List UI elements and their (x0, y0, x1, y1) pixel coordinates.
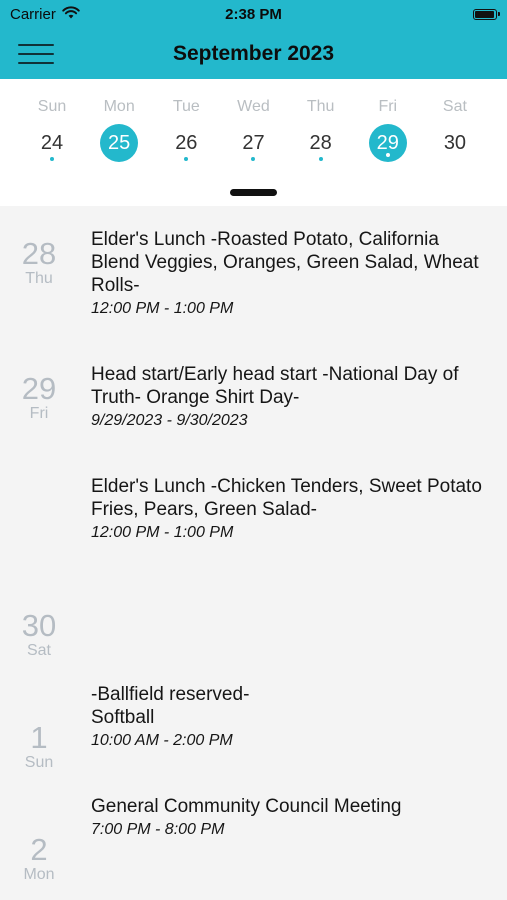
agenda-date: 1 Sun (0, 722, 78, 772)
event-time: 9/29/2023 - 9/30/2023 (91, 412, 248, 429)
agenda-date-weekday: Fri (29, 405, 49, 422)
week-day-number: 29 (376, 131, 399, 154)
agenda-date-weekday: Thu (25, 270, 53, 287)
week-day-28[interactable]: Thu 28 (288, 79, 354, 161)
week-day-name: Sat (442, 98, 467, 115)
agenda-date-number: 1 (30, 720, 48, 755)
week-strip: Sun 24 Mon 25 Tue 26 Wed 27 Thu 28 Fri 29 Sat 30 (0, 79, 507, 206)
week-day-name: Mon (103, 98, 135, 115)
battery-fill (475, 10, 494, 18)
agenda-event[interactable]: Elder's Lunch -Chicken Tenders, Sweet Po… (91, 475, 483, 543)
week-day-number: 28 (309, 131, 332, 154)
agenda-event[interactable]: -Ballfield reserved- Softball 10:00 AM - … (91, 683, 483, 751)
week-day-27[interactable]: Wed 27 (220, 79, 286, 161)
agenda-event[interactable]: Elder's Lunch -Roasted Potato, Californi… (91, 228, 483, 319)
week-day-number: 24 (40, 131, 64, 154)
wifi-icon (62, 5, 80, 23)
agenda-date: 28 Thu (0, 238, 78, 288)
week-day-name: Tue (172, 98, 200, 115)
week-day-name: Wed (237, 98, 270, 115)
week-day-number: 30 (443, 131, 467, 154)
week-row: Sun 24 Mon 25 Tue 26 Wed 27 Thu 28 Fri 29 Sat 30 (0, 79, 507, 162)
agenda-date-weekday: Sun (24, 754, 54, 771)
agenda-date-weekday: Mon (23, 866, 55, 883)
week-day-number: 26 (175, 131, 198, 154)
agenda-event[interactable]: General Community Council Meeting 7:00 PM… (91, 795, 483, 840)
agenda-date-number: 2 (30, 832, 48, 867)
week-day-number: 27 (242, 131, 265, 154)
week-day-name: Fri (378, 98, 398, 115)
week-day-number: 25 (108, 131, 131, 154)
agenda-date: 2 Mon (0, 834, 78, 884)
selected-day-circle: 25 (100, 124, 139, 162)
battery-icon (473, 8, 500, 20)
event-title: Elder's Lunch -Chicken Tenders, Sweet Po… (91, 476, 482, 520)
event-title: Elder's Lunch -Roasted Potato, Californi… (91, 229, 479, 296)
menu-line (18, 61, 54, 64)
event-time: 12:00 PM - 1:00 PM (91, 300, 234, 317)
agenda-list: 28 Thu Elder's Lunch -Roasted Potato, Cali… (0, 206, 507, 900)
week-day-30[interactable]: Sat 30 (422, 79, 488, 161)
menu-line (18, 52, 54, 55)
event-indicator-dot (385, 153, 390, 157)
week-day-name: Thu (306, 98, 335, 115)
agenda-event[interactable]: Head start/Early head start -National Da… (91, 363, 483, 431)
event-time: 10:00 AM - 2:00 PM (91, 732, 233, 749)
event-indicator-dot (50, 157, 54, 161)
agenda-date-number: 29 (21, 371, 57, 406)
week-day-24[interactable]: Sun 24 (19, 79, 85, 161)
week-day-25[interactable]: Mon 25 (86, 79, 152, 162)
day-number-wrap: 30 (436, 124, 474, 162)
agenda-date-number: 28 (21, 236, 57, 271)
month-title: September 2023 (172, 41, 335, 65)
hamburger-menu-icon[interactable] (18, 40, 54, 68)
event-time: 12:00 PM - 1:00 PM (91, 524, 234, 541)
event-title: Head start/Early head start -National Da… (91, 364, 459, 408)
agenda-date: 30 Sat (0, 610, 78, 660)
agenda-date-number: 30 (21, 608, 57, 643)
week-day-29[interactable]: Fri 29 (355, 79, 421, 162)
carrier-label: Carrier (10, 5, 56, 23)
event-title: -Ballfield reserved- Softball (91, 684, 250, 728)
status-left: Carrier (10, 6, 80, 23)
event-title: General Community Council Meeting (91, 796, 402, 817)
agenda-date-weekday: Sat (26, 642, 51, 659)
nav-bar: September 2023 (0, 28, 507, 79)
week-day-26[interactable]: Tue 26 (153, 79, 219, 161)
calendar-drawer-handle[interactable] (230, 189, 277, 196)
agenda-date: 29 Fri (0, 373, 78, 423)
event-time: 7:00 PM - 8:00 PM (91, 821, 225, 838)
status-bar: Carrier 2:38 PM (0, 0, 507, 28)
week-day-name: Sun (37, 98, 67, 115)
event-indicator-dot (318, 157, 323, 161)
menu-line (18, 43, 54, 46)
